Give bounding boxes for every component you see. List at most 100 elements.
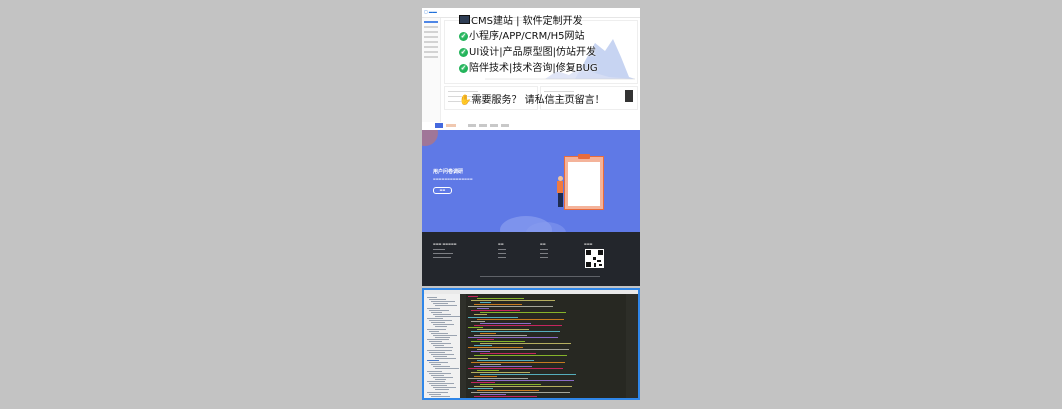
qr-code-icon <box>585 249 604 268</box>
file-tree-item[interactable] <box>429 299 446 301</box>
file-tree-item[interactable] <box>435 347 453 349</box>
ad-text: 陪伴技术|技术咨询|修复BUG <box>469 63 598 74</box>
file-tree-item[interactable] <box>431 364 441 366</box>
file-tree-item[interactable] <box>427 349 452 351</box>
nav-item[interactable] <box>479 124 487 127</box>
file-tree-item[interactable] <box>429 372 451 374</box>
file-tree-item[interactable] <box>427 297 437 298</box>
file-tree-item[interactable] <box>427 381 445 382</box>
footer-col-links: ▬▬ <box>498 242 506 261</box>
file-tree-item[interactable] <box>431 343 451 345</box>
file-tree-item[interactable] <box>431 353 454 355</box>
code-line <box>468 378 528 379</box>
decor-blob <box>422 130 438 146</box>
file-tree-item[interactable] <box>427 370 442 372</box>
file-tree-item[interactable] <box>435 378 446 380</box>
nav-item[interactable] <box>468 124 476 127</box>
file-tree-item[interactable] <box>435 305 457 307</box>
file-tree-item[interactable] <box>429 330 439 332</box>
file-tree-item[interactable] <box>433 313 451 315</box>
file-tree-item[interactable] <box>427 339 449 340</box>
file-tree-item[interactable] <box>435 326 447 328</box>
file-tree-item[interactable] <box>429 383 454 385</box>
file-tree-item[interactable] <box>429 320 452 322</box>
code-line <box>468 357 488 359</box>
code-line <box>477 328 529 330</box>
code-line <box>471 341 525 343</box>
line-numbers <box>460 294 466 398</box>
code-line <box>480 363 501 365</box>
file-tree-item[interactable] <box>427 360 439 361</box>
code-line <box>477 339 494 341</box>
landing-hero: 用户问卷调研 ▬▬▬▬▬▬▬▬▬▬▬▬▬▬ ▬▬ <box>422 130 640 232</box>
file-tree-item[interactable] <box>433 355 447 357</box>
hero-title: 用户问卷调研 <box>433 169 464 175</box>
file-tree-item[interactable] <box>433 376 453 378</box>
minimap[interactable] <box>626 294 638 398</box>
file-tree[interactable] <box>424 294 460 398</box>
code-line <box>480 394 506 396</box>
file-tree-item[interactable] <box>433 387 456 389</box>
code-line <box>468 347 523 349</box>
code-line <box>471 330 560 332</box>
nav-item[interactable] <box>446 124 456 127</box>
file-tree-item[interactable] <box>429 362 448 364</box>
sidebar-item[interactable] <box>424 41 438 43</box>
nav-logo[interactable] <box>435 123 443 128</box>
file-tree-item[interactable] <box>433 345 444 347</box>
sidebar-item[interactable] <box>424 46 438 48</box>
file-tree-item[interactable] <box>435 357 456 359</box>
code-line <box>471 382 495 384</box>
sidebar-item[interactable] <box>424 26 438 28</box>
sidebar-item[interactable] <box>424 31 438 33</box>
monitor-icon <box>459 15 470 24</box>
code-line <box>468 316 518 318</box>
file-tree-item[interactable] <box>429 341 442 343</box>
file-tree-item[interactable] <box>427 318 443 319</box>
fire-icon: ✋ <box>459 95 472 106</box>
sidebar-item[interactable] <box>424 21 438 23</box>
code-line <box>468 388 493 390</box>
landing-footer: ▬▬▬ ▬▬▬▬▬ ▬▬ ▬▬ ▬▬▬ <box>422 232 640 286</box>
file-tree-item[interactable] <box>431 374 444 376</box>
ad-text: CMS建站 | 软件定制开发 <box>471 16 583 27</box>
file-tree-item[interactable] <box>435 368 459 370</box>
sidebar-item[interactable] <box>424 56 438 58</box>
file-tree-item[interactable] <box>431 395 450 397</box>
file-tree-item[interactable] <box>433 303 448 305</box>
file-tree-item[interactable] <box>435 315 460 317</box>
file-tree-item[interactable] <box>427 391 448 393</box>
file-tree-item[interactable] <box>433 366 450 368</box>
code-editor-preview[interactable] <box>422 288 640 400</box>
ad-text: UI设计|产品原型图|仿站开发 <box>469 47 597 58</box>
footer-col-contact: ▬▬▬ ▬▬▬▬▬ <box>433 242 457 261</box>
nav-item[interactable] <box>490 124 498 127</box>
file-tree-item[interactable] <box>427 328 446 330</box>
file-tree-item[interactable] <box>427 307 440 309</box>
code-line <box>471 310 520 312</box>
code-line <box>480 312 566 314</box>
nav-item[interactable] <box>501 124 509 127</box>
file-tree-item[interactable] <box>435 389 449 391</box>
file-tree-item[interactable] <box>435 336 450 338</box>
file-tree-item[interactable] <box>431 322 445 324</box>
dashboard-sidebar <box>422 18 441 122</box>
file-tree-item[interactable] <box>433 324 454 326</box>
code-line <box>471 300 555 302</box>
sidebar-item[interactable] <box>424 51 438 53</box>
file-tree-item[interactable] <box>429 393 441 395</box>
footer-col-qr: ▬▬▬ <box>584 242 593 246</box>
code-line <box>480 373 576 375</box>
file-tree-item[interactable] <box>431 332 448 334</box>
hero-cta-button[interactable]: ▬▬ <box>433 187 452 194</box>
check-circle-icon: ✓ <box>459 64 468 73</box>
file-tree-item[interactable] <box>429 351 445 353</box>
code-line <box>471 371 530 373</box>
file-tree-item[interactable] <box>431 385 447 387</box>
file-tree-item[interactable] <box>431 301 455 303</box>
file-tree-item[interactable] <box>429 309 449 311</box>
file-tree-item[interactable] <box>431 311 442 313</box>
sidebar-item[interactable] <box>424 36 438 38</box>
code-line <box>477 380 574 382</box>
file-tree-item[interactable] <box>433 334 457 336</box>
